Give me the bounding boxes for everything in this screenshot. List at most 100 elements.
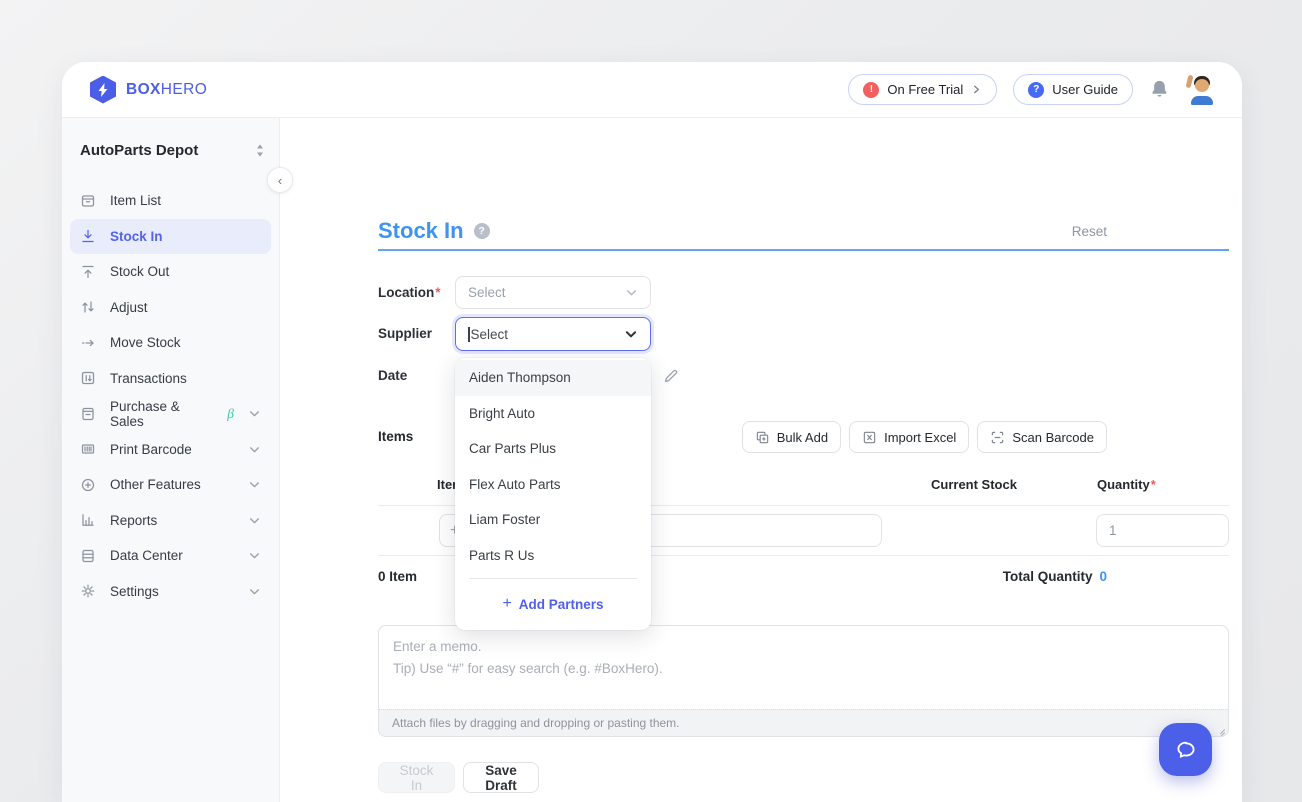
sidebar-item-reports[interactable]: Reports (70, 503, 271, 539)
chevron-down-icon (624, 327, 638, 341)
user-avatar[interactable] (1186, 75, 1216, 105)
other-features-icon (80, 477, 96, 493)
boxhero-logo[interactable]: BOXHERO (90, 76, 207, 104)
reports-icon (80, 512, 96, 528)
boxhero-hexagon-bolt-icon (90, 76, 116, 104)
chevron-down-icon (248, 443, 261, 456)
quantity-input[interactable]: 1 (1096, 514, 1229, 547)
transactions-icon (80, 370, 96, 386)
brand-wordmark: BOXHERO (126, 81, 207, 99)
bulk-add-icon (755, 430, 770, 445)
sidebar-item-label: Stock Out (110, 264, 169, 279)
help-icon[interactable]: ? (474, 223, 490, 239)
main-content: Stock In ? Reset Location* Select Suppli… (342, 180, 1182, 802)
print-barcode-icon (80, 441, 96, 457)
sidebar-item-label: Settings (110, 584, 159, 599)
supplier-label: Supplier (378, 317, 432, 351)
bulk-add-button[interactable]: Bulk Add (742, 421, 841, 453)
on-free-trial-button[interactable]: ! On Free Trial (848, 74, 997, 105)
location-label: Location* (378, 276, 441, 310)
memo-textarea[interactable]: Enter a memo. Tip) Use “#” for easy sear… (378, 625, 1229, 737)
import-excel-button[interactable]: Import Excel (849, 421, 969, 453)
brand-box: BOX (126, 81, 161, 98)
chat-fab-button[interactable] (1159, 723, 1212, 776)
stock-out-icon (80, 264, 96, 280)
chevron-down-icon (248, 514, 261, 527)
date-label: Date (378, 359, 407, 393)
add-partners-button[interactable]: +Add Partners (455, 584, 651, 624)
sidebar-item-move-stock[interactable]: Move Stock (70, 325, 271, 361)
user-guide-label: User Guide (1052, 82, 1118, 97)
lightning-bolt-icon (97, 83, 109, 97)
purchase-sales-icon (80, 406, 96, 422)
question-circle-icon: ? (1028, 82, 1044, 98)
total-quantity: Total Quantity 0 (1003, 569, 1107, 584)
supplier-option-liam-foster[interactable]: Liam Foster (455, 502, 651, 538)
sidebar-item-label: Item List (110, 193, 161, 208)
item-count: 0 Item (378, 569, 417, 584)
resize-grip[interactable] (1216, 724, 1225, 733)
adjust-icon (80, 299, 96, 315)
supplier-dropdown: Aiden ThompsonBright AutoCar Parts PlusF… (455, 358, 651, 630)
sidebar-item-data-center[interactable]: Data Center (70, 538, 271, 574)
page-title: Stock In ? (378, 218, 490, 244)
sidebar-item-label: Print Barcode (110, 442, 192, 457)
bell-icon[interactable] (1149, 79, 1170, 100)
supplier-option-aiden-thompson[interactable]: Aiden Thompson (455, 360, 651, 396)
chevron-down-icon (625, 286, 638, 299)
user-guide-button[interactable]: ? User Guide (1013, 74, 1133, 105)
sidebar-item-stock-in[interactable]: Stock In (70, 219, 271, 255)
attach-files-hint: Attach files by dragging and dropping or… (379, 709, 1228, 736)
chevron-down-icon (248, 549, 261, 562)
beta-badge: β (227, 406, 234, 422)
location-select[interactable]: Select (455, 276, 651, 309)
sidebar-item-print-barcode[interactable]: Print Barcode (70, 432, 271, 468)
sidebar-item-label: Move Stock (110, 335, 181, 350)
column-current-stock: Current Stock (931, 477, 1017, 492)
sidebar-item-settings[interactable]: Settings (70, 574, 271, 610)
sidebar-item-label: Reports (110, 513, 157, 528)
chevron-down-icon (248, 407, 261, 420)
total-quantity-label: Total Quantity (1003, 569, 1093, 584)
page-title-text: Stock In (378, 218, 464, 244)
sidebar-item-other-features[interactable]: Other Features (70, 467, 271, 503)
avatar-raised-arm (1186, 74, 1194, 88)
sidebar-item-stock-out[interactable]: Stock Out (70, 254, 271, 290)
sidebar-item-transactions[interactable]: Transactions (70, 361, 271, 397)
location-select-value: Select (468, 285, 506, 300)
move-stock-icon (80, 335, 96, 351)
edit-date-pencil-icon[interactable] (662, 367, 680, 385)
supplier-option-car-parts-plus[interactable]: Car Parts Plus (455, 431, 651, 467)
data-center-icon (80, 548, 96, 564)
page-background: BOXHERO ! On Free Trial ? User Guide (0, 0, 1302, 802)
chat-bubble-icon (1173, 737, 1199, 763)
avatar-face (1195, 79, 1209, 92)
sidebar-item-label: Data Center (110, 548, 183, 563)
stock-in-submit-button[interactable]: Stock In (378, 762, 455, 793)
sidebar-item-adjust[interactable]: Adjust (70, 290, 271, 326)
memo-placeholder: Enter a memo. Tip) Use “#” for easy sear… (379, 626, 1228, 680)
brand-hero: HERO (161, 81, 207, 98)
scan-barcode-button[interactable]: Scan Barcode (977, 421, 1107, 453)
supplier-option-parts-r-us[interactable]: Parts R Us (455, 538, 651, 574)
sort-arrows-icon (255, 143, 265, 158)
app-window: BOXHERO ! On Free Trial ? User Guide (62, 62, 1242, 802)
supplier-select[interactable]: Select (455, 317, 651, 351)
save-draft-button[interactable]: Save Draft (463, 762, 539, 793)
workspace-selector[interactable]: AutoParts Depot (80, 142, 265, 159)
supplier-option-bright-auto[interactable]: Bright Auto (455, 396, 651, 432)
sidebar-nav: Item List Stock In Stock Out Adjust Move… (62, 183, 279, 609)
trial-label: On Free Trial (887, 82, 963, 97)
settings-icon (80, 583, 96, 599)
sidebar-item-item-list[interactable]: Item List (70, 183, 271, 219)
sidebar-item-purchase-sales[interactable]: Purchase & Sales β (70, 396, 271, 432)
sidebar-collapse-button[interactable]: ‹ (267, 167, 293, 193)
supplier-option-flex-auto-parts[interactable]: Flex Auto Parts (455, 467, 651, 503)
workspace-name: AutoParts Depot (80, 142, 198, 159)
text-cursor (468, 327, 470, 342)
alert-circle-icon: ! (863, 82, 879, 98)
supplier-select-value: Select (471, 327, 509, 342)
avatar-shirt (1191, 96, 1213, 105)
item-list-icon (80, 193, 96, 209)
reset-button[interactable]: Reset (1072, 224, 1107, 239)
